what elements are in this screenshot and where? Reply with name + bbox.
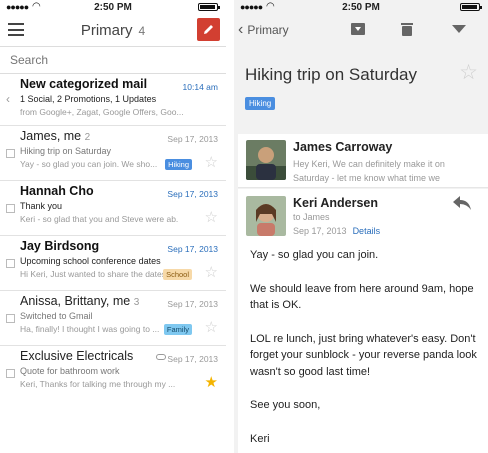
search-bar [0, 46, 226, 74]
row-date: Sep 17, 2013 [167, 134, 218, 144]
status-bar: ●●●●● ◠ 2:50 PM [234, 0, 488, 14]
mailbox-name: Primary [80, 21, 133, 39]
message-toolbar: ‹ Primary [234, 14, 488, 44]
list-item[interactable]: Anissa, Brittany, me 3 Sep 17, 2013 Swit… [0, 291, 226, 346]
wifi-icon: ◠ [266, 1, 275, 12]
chevron-left-icon: ‹ [238, 21, 244, 38]
star-icon[interactable]: ☆ [205, 210, 218, 225]
inbox-toolbar: Primary 4 [0, 14, 226, 46]
row-snippet: Yay - so glad you can join. We sho... [20, 159, 158, 169]
compose-button[interactable] [197, 18, 220, 41]
message-body: Yay - so glad you can join. We should le… [250, 247, 478, 453]
sender-name: Keri Andersen [293, 196, 378, 210]
body-paragraph: Yay - so glad you can join. [250, 249, 379, 261]
mailbox-title[interactable]: Primary 4 [81, 22, 145, 39]
tag-icon [156, 354, 166, 360]
row-snippet: Keri - so glad that you and Steve were a… [20, 214, 178, 224]
row-subject: Thank you [20, 201, 63, 211]
row-snippet: Ha, finally! I thought I was going to ..… [20, 324, 160, 334]
row-snippet: Hi Keri, Just wanted to share the dates.… [20, 269, 174, 279]
list-item[interactable]: Hannah Cho Sep 17, 2013 Thank you Keri -… [0, 181, 226, 236]
row-sender: James, me [20, 129, 82, 143]
label-badge: Family [163, 324, 192, 335]
menu-icon[interactable] [8, 23, 24, 36]
signal-icon: ●●●●● [6, 2, 29, 12]
message-pane: ●●●●● ◠ 2:50 PM ‹ Primary Hiking trip on… [234, 0, 488, 453]
battery-icon [460, 3, 482, 11]
inbox-pane: ●●●●● ◠ 2:50 PM Primary 4 ‹ New categoriz… [0, 0, 226, 453]
row-checkbox[interactable] [6, 259, 15, 268]
message-preview: Hey Keri, We can definitely make it on S… [293, 159, 445, 183]
details-link[interactable]: Details [353, 226, 381, 236]
list-item[interactable]: James, me 2 Sep 17, 2013 Hiking trip on … [0, 126, 226, 181]
body-paragraph: See you soon, [250, 399, 321, 411]
wifi-icon: ◠ [32, 1, 41, 12]
row-checkbox[interactable] [6, 149, 15, 158]
message-date-line: Sep 17, 2013 Details [293, 226, 380, 236]
avatar [246, 140, 286, 180]
trash-icon[interactable] [400, 22, 414, 37]
expanded-message: Keri Andersen to James Sep 17, 2013 Detai… [238, 189, 488, 453]
star-icon[interactable]: ☆ [205, 155, 218, 170]
row-sender: Anissa, Brittany, me [20, 294, 131, 308]
thread-count: 2 [84, 132, 91, 143]
subject-header: Hiking trip on Saturday ☆ Hiking [234, 44, 488, 132]
back-button[interactable]: ‹ Primary [238, 22, 289, 38]
row-date: 10:14 am [182, 82, 218, 92]
row-date: Sep 17, 2013 [167, 299, 218, 309]
avatar [246, 196, 286, 236]
label-badge: Hiking [245, 97, 276, 110]
list-item[interactable]: Exclusive Electricals Sep 17, 2013 Quote… [0, 346, 226, 401]
list-item[interactable]: Jay Birdsong Sep 17, 2013 Upcoming schoo… [0, 236, 226, 291]
body-paragraph: Keri [250, 432, 270, 445]
row-subject: Upcoming school conference dates [20, 256, 161, 266]
label-badge: School [163, 269, 192, 280]
list-item[interactable]: ‹ New categorized mail 10:14 am 1 Social… [0, 74, 226, 126]
reply-icon[interactable] [452, 195, 472, 211]
back-label: Primary [247, 23, 289, 37]
row-date: Sep 17, 2013 [167, 189, 218, 199]
body-paragraph: LOL re lunch, just bring whatever's easy… [250, 332, 477, 378]
chevron-left-icon: ‹ [6, 92, 10, 106]
status-bar: ●●●●● ◠ 2:50 PM [0, 0, 226, 14]
signal-icon: ●●●●● [240, 2, 263, 12]
star-icon[interactable]: ☆ [205, 320, 218, 335]
collapsed-message[interactable]: James Carroway Hey Keri, We can definite… [238, 134, 488, 188]
message-date: Sep 17, 2013 [293, 226, 347, 236]
battery-icon [198, 3, 220, 11]
row-date: Sep 17, 2013 [167, 244, 218, 254]
recipient-line: to James [293, 212, 330, 222]
row-checkbox[interactable] [6, 314, 15, 323]
row-subject: Quote for bathroom work [20, 366, 120, 376]
archive-icon[interactable] [350, 22, 366, 36]
row-subject: Switched to Gmail [20, 311, 93, 321]
dropdown-arrow-icon[interactable] [452, 25, 466, 33]
row-subject: Hiking trip on Saturday [20, 146, 112, 156]
star-icon[interactable]: ☆ [459, 62, 478, 83]
body-paragraph: We should leave from here around 9am, ho… [250, 282, 474, 312]
page-title: Hiking trip on Saturday [245, 65, 417, 84]
star-icon[interactable]: ★ [205, 375, 218, 390]
row-subject: 1 Social, 2 Promotions, 1 Updates [20, 94, 157, 104]
pane-divider [226, 0, 234, 453]
search-input[interactable] [10, 53, 190, 67]
label-badge: Hiking [165, 159, 192, 170]
thread-count: 3 [133, 297, 140, 308]
row-snippet: Keri, Thanks for talking me through my .… [20, 379, 176, 389]
row-checkbox[interactable] [6, 204, 15, 213]
star-icon[interactable]: ☆ [205, 265, 218, 280]
pencil-icon [204, 25, 213, 34]
row-date: Sep 17, 2013 [167, 354, 218, 364]
row-checkbox[interactable] [6, 369, 15, 378]
sender-name: James Carroway [293, 140, 393, 154]
unread-count: 4 [138, 23, 146, 38]
row-snippet: from Google+, Zagat, Google Offers, Goo.… [20, 107, 184, 117]
